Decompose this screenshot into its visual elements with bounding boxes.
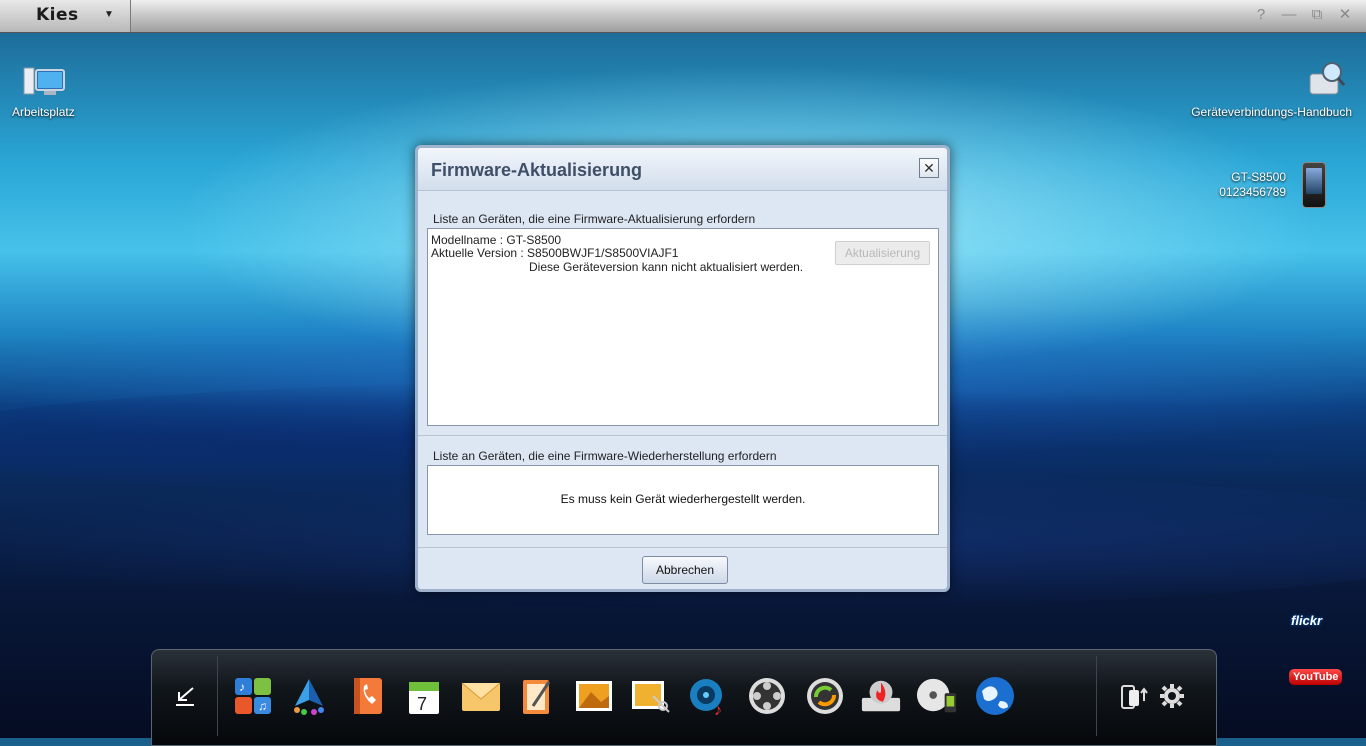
internet-icon[interactable] — [974, 675, 1016, 717]
manual-search-icon — [1309, 62, 1345, 95]
memo-icon[interactable] — [516, 675, 558, 717]
update-status: Diese Geräteversion kann nicht aktualisi… — [529, 260, 804, 274]
divider — [418, 547, 947, 548]
calendar-day: 7 — [417, 694, 427, 714]
phonebook-icon[interactable] — [347, 675, 389, 717]
navigation-icon[interactable] — [288, 675, 330, 717]
update-device-list[interactable]: Modellname : GT-S8500 Aktuelle Version :… — [427, 228, 939, 426]
bottom-dock: ♪ ♫ 7 ♪ — [151, 649, 1217, 746]
my-computer-shortcut[interactable]: Arbeitsplatz — [12, 62, 75, 119]
close-icon[interactable]: ✕ — [919, 158, 939, 178]
phone-icon[interactable] — [1302, 162, 1326, 208]
svg-text:♪: ♪ — [239, 680, 245, 694]
music-icon[interactable]: ♪ — [687, 675, 729, 717]
connection-manual-shortcut[interactable]: Geräteverbindungs-Handbuch — [1191, 58, 1352, 119]
model-name: Modellname : GT-S8500 — [431, 233, 562, 247]
settings-icon[interactable] — [1152, 675, 1192, 717]
divider — [418, 435, 947, 436]
svg-text:♪: ♪ — [714, 702, 722, 717]
close-icon[interactable]: ✕ — [1336, 6, 1354, 24]
flickr-logo[interactable]: flickr — [1291, 613, 1322, 628]
restore-device-list[interactable]: Es muss kein Gerät wiederhergestellt wer… — [427, 465, 939, 535]
music-apps-icon[interactable]: ♪ ♫ — [232, 675, 274, 717]
device-model: GT-S8500 — [1231, 170, 1286, 184]
my-computer-label: Arbeitsplatz — [12, 105, 75, 119]
chevron-down-icon[interactable]: ▼ — [104, 9, 114, 20]
current-version: Aktuelle Version : S8500BWJF1/S8500VIAJF… — [431, 246, 679, 260]
calendar-icon[interactable]: 7 — [403, 675, 445, 717]
update-button[interactable]: Aktualisierung — [835, 241, 930, 265]
app-menu[interactable]: Kies ▼ — [0, 0, 131, 32]
connection-manual-label: Geräteverbindungs-Handbuch — [1191, 105, 1352, 119]
restore-icon[interactable]: ⧉ — [1308, 6, 1326, 24]
firmware-update-dialog: Firmware-Aktualisierung ✕ Liste an Gerät… — [415, 145, 950, 592]
phone-transfer-icon[interactable] — [1114, 675, 1154, 717]
cancel-button[interactable]: Abbrechen — [642, 556, 728, 584]
restore-section-label: Liste an Geräten, die eine Firmware-Wied… — [433, 449, 777, 463]
connected-device[interactable]: GT-S8500 0123456789 — [1219, 170, 1286, 200]
update-section-label: Liste an Geräten, die eine Firmware-Aktu… — [433, 212, 756, 226]
app-name: Kies — [36, 5, 79, 25]
window-controls: ? — ⧉ ✕ — [1252, 6, 1354, 24]
dvd-icon[interactable] — [916, 675, 958, 717]
message-icon[interactable] — [460, 675, 502, 717]
dock-divider — [1096, 656, 1097, 736]
burn-icon[interactable] — [860, 675, 902, 717]
video-icon[interactable] — [746, 675, 788, 717]
dialog-title: Firmware-Aktualisierung — [431, 160, 643, 180]
minimize-icon[interactable]: — — [1280, 6, 1298, 24]
back-icon[interactable] — [164, 675, 206, 717]
dialog-header: Firmware-Aktualisierung ✕ — [418, 148, 947, 191]
computer-icon — [23, 67, 66, 95]
help-icon[interactable]: ? — [1252, 6, 1270, 24]
dock-divider — [217, 656, 218, 736]
title-bar: Kies ▼ ? — ⧉ ✕ — [0, 0, 1366, 33]
svg-text:♫: ♫ — [258, 699, 267, 713]
sync-icon[interactable] — [804, 675, 846, 717]
photo-edit-icon[interactable] — [629, 675, 671, 717]
restore-message: Es muss kein Gerät wiederhergestellt wer… — [560, 492, 806, 506]
device-number: 0123456789 — [1219, 185, 1286, 199]
youtube-logo[interactable]: YouTube — [1289, 668, 1343, 685]
photo-icon[interactable] — [573, 675, 615, 717]
